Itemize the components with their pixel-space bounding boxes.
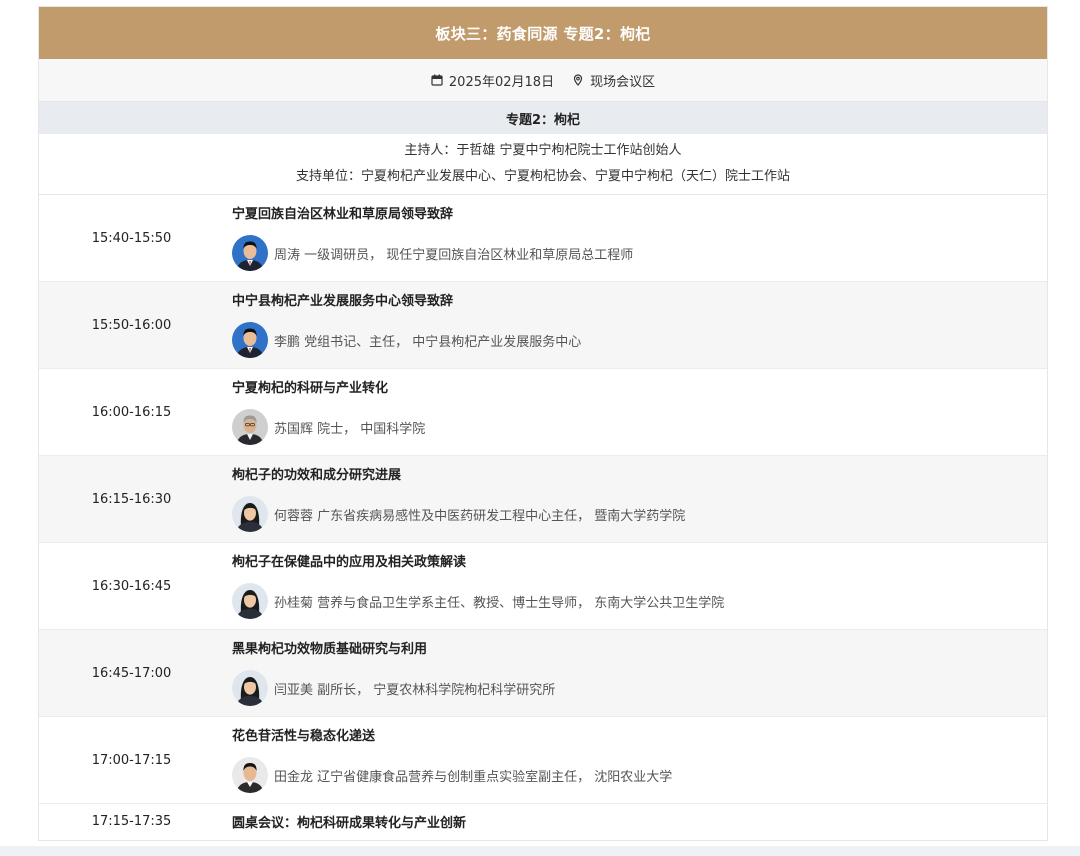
session-list: 15:40-15:50 宁夏回族自治区林业和草原局领导致辞周涛 一级调研员， 现任…	[39, 195, 1047, 804]
event-location: 现场会议区	[590, 74, 656, 90]
speaker-text: 田金龙 辽宁省健康食品营养与创制重点实验室副主任， 沈阳农业大学	[274, 769, 673, 785]
session-time: 17:00-17:15	[91, 752, 172, 768]
speaker-avatar	[232, 235, 268, 271]
event-date: 2025年02月18日	[448, 74, 555, 90]
closing-session-row: 17:15-17:35 圆桌会议：枸杞科研成果转化与产业创新	[39, 804, 1047, 838]
speaker-text: 孙桂菊 营养与食品卫生学系主任、教授、博士生导师， 东南大学公共卫生学院	[274, 595, 725, 611]
session-row: 16:30-16:45 枸杞子在保健品中的应用及相关政策解读孙桂菊 营养与食品卫生…	[39, 543, 1047, 630]
session-title: 中宁县枸杞产业发展服务中心领导致辞	[232, 294, 454, 309]
session-row: 16:45-17:00 黑果枸杞功效物质基础研究与利用闫亚美 副所长， 宁夏农林科…	[39, 630, 1047, 717]
session-title: 宁夏回族自治区林业和草原局领导致辞	[232, 207, 454, 222]
speaker-avatar	[232, 322, 268, 358]
speaker-info: 何蓉蓉 广东省疾病易感性及中医药研发工程中心主任， 暨南大学药学院	[232, 496, 685, 532]
speaker-info: 闫亚美 副所长， 宁夏农林科学院枸杞科学研究所	[232, 670, 555, 706]
info-bar: 2025年02月18日 现场会议区	[39, 59, 1047, 102]
speaker-avatar	[232, 409, 268, 445]
speaker-info: 苏国辉 院士， 中国科学院	[232, 409, 425, 445]
support-line: 支持单位：宁夏枸杞产业发展中心、宁夏枸杞协会、宁夏中宁枸杞（天仁）院士工作站	[295, 169, 790, 184]
host-line: 主持人：于哲雄 宁夏中宁枸杞院士工作站创始人	[404, 143, 682, 158]
calendar-icon	[431, 74, 443, 86]
speaker-info: 周涛 一级调研员， 现任宁夏回族自治区林业和草原局总工程师	[232, 235, 633, 271]
speaker-text: 何蓉蓉 广东省疾病易感性及中医药研发工程中心主任， 暨南大学药学院	[274, 508, 686, 524]
session-time: 16:00-16:15	[91, 404, 172, 420]
session-title: 宁夏枸杞的科研与产业转化	[232, 381, 389, 396]
session-row: 17:00-17:15 花色苷活性与稳态化递送田金龙 辽宁省健康食品营养与创制重点…	[39, 717, 1047, 804]
host-info: 主持人：于哲雄 宁夏中宁枸杞院士工作站创始人 支持单位：宁夏枸杞产业发展中心、宁…	[39, 134, 1047, 195]
session-row: 15:40-15:50 宁夏回族自治区林业和草原局领导致辞周涛 一级调研员， 现任…	[39, 195, 1047, 282]
speaker-avatar	[232, 670, 268, 706]
session-title: 枸杞子的功效和成分研究进展	[232, 468, 402, 483]
speaker-avatar	[232, 583, 268, 619]
location-pin-icon	[572, 74, 584, 86]
topic-subheader: 专题2：枸杞	[39, 102, 1047, 134]
page: 板块三：药食同源 专题2：枸杞 2025年02月18日 现场会议区 专题2：枸杞…	[0, 0, 1080, 856]
session-time: 16:30-16:45	[91, 578, 172, 594]
session-time: 15:40-15:50	[91, 230, 172, 246]
session-title: 枸杞子在保健品中的应用及相关政策解读	[232, 555, 467, 570]
section-header: 板块三：药食同源 专题2：枸杞	[39, 7, 1047, 59]
session-time: 16:45-17:00	[91, 665, 172, 681]
session-row: 16:00-16:15 宁夏枸杞的科研与产业转化苏国辉 院士， 中国科学院	[39, 369, 1047, 456]
session-row: 16:15-16:30 枸杞子的功效和成分研究进展何蓉蓉 广东省疾病易感性及中医药…	[39, 456, 1047, 543]
session-title: 黑果枸杞功效物质基础研究与利用	[232, 642, 428, 657]
session-time: 15:50-16:00	[91, 317, 172, 333]
agenda-panel: 板块三：药食同源 专题2：枸杞 2025年02月18日 现场会议区 专题2：枸杞…	[38, 6, 1048, 841]
speaker-text: 闫亚美 副所长， 宁夏农林科学院枸杞科学研究所	[274, 682, 556, 698]
speaker-avatar	[232, 757, 268, 793]
speaker-text: 李鹏 党组书记、主任， 中宁县枸杞产业发展服务中心	[274, 334, 582, 350]
session-time: 17:15-17:35	[91, 813, 172, 829]
session-row: 15:50-16:00 中宁县枸杞产业发展服务中心领导致辞李鹏 党组书记、主任， …	[39, 282, 1047, 369]
speaker-info: 李鹏 党组书记、主任， 中宁县枸杞产业发展服务中心	[232, 322, 581, 358]
topic-title: 专题2：枸杞	[505, 112, 581, 128]
session-title: 花色苷活性与稳态化递送	[232, 729, 376, 744]
speaker-info: 田金龙 辽宁省健康食品营养与创制重点实验室副主任， 沈阳农业大学	[232, 757, 672, 793]
section-title: 板块三：药食同源 专题2：枸杞	[435, 24, 651, 43]
speaker-avatar	[232, 496, 268, 532]
session-time: 16:15-16:30	[91, 491, 172, 507]
page-footer-strip	[0, 846, 1080, 856]
speaker-text: 周涛 一级调研员， 现任宁夏回族自治区林业和草原局总工程师	[274, 247, 634, 263]
speaker-info: 孙桂菊 营养与食品卫生学系主任、教授、博士生导师， 东南大学公共卫生学院	[232, 583, 724, 619]
speaker-text: 苏国辉 院士， 中国科学院	[274, 421, 426, 437]
session-title: 圆桌会议：枸杞科研成果转化与产业创新	[232, 815, 467, 831]
